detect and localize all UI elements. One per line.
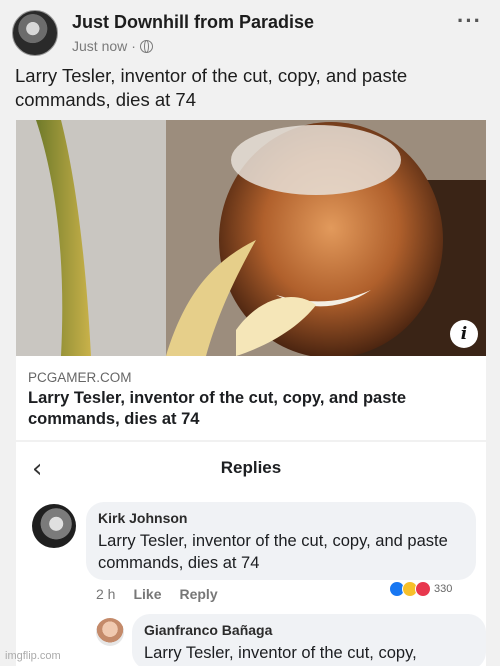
link-preview-card[interactable]: i PCGAMER.COM Larry Tesler, inventor of … [16,120,486,440]
replies-panel: ‹ Replies Kirk Johnson Larry Tesler, inv… [16,442,486,666]
watermark: imgflip.com [5,650,61,662]
post-text: Larry Tesler, inventor of the cut, copy,… [15,65,408,110]
globe-icon [139,39,153,53]
page-avatar[interactable] [12,10,58,56]
reaction-count: 330 [434,583,453,595]
love-reaction-icon [415,581,431,597]
replies-title: Replies [220,458,282,477]
link-preview-image[interactable]: i [16,120,486,356]
reply-button[interactable]: Reply [179,586,217,602]
link-source: PCGAMER.COM [28,370,132,385]
meta-separator: · [131,38,136,54]
reply-avatar[interactable] [96,618,124,646]
comment-bubble: Kirk Johnson Larry Tesler, inventor of t… [86,502,476,580]
comment-author[interactable]: Kirk Johnson [98,510,187,526]
preview-photo [16,120,486,356]
link-title[interactable]: Larry Tesler, inventor of the cut, copy,… [28,388,478,430]
like-button[interactable]: Like [133,586,161,602]
post-header: Just Downhill from Paradise Just now · ·… [10,6,490,56]
reply-bubble: Gianfranco Bañaga Larry Tesler, inventor… [132,614,486,666]
post-time[interactable]: Just now [72,38,127,54]
comment-actions: 2 h Like Reply [96,586,218,602]
reactions-summary[interactable]: 330 [386,580,456,598]
comment-text: Larry Tesler, inventor of the cut, copy,… [98,532,448,572]
reply-author[interactable]: Gianfranco Bañaga [144,622,272,638]
commenter-avatar[interactable] [32,504,76,548]
post-meta: Just now · [72,38,153,54]
info-icon[interactable]: i [450,320,478,348]
comment-time[interactable]: 2 h [96,586,115,602]
reply-text: Larry Tesler, inventor of the cut, copy, [144,644,417,662]
more-options-icon[interactable]: ··· [457,8,482,34]
page-name[interactable]: Just Downhill from Paradise [72,12,314,33]
